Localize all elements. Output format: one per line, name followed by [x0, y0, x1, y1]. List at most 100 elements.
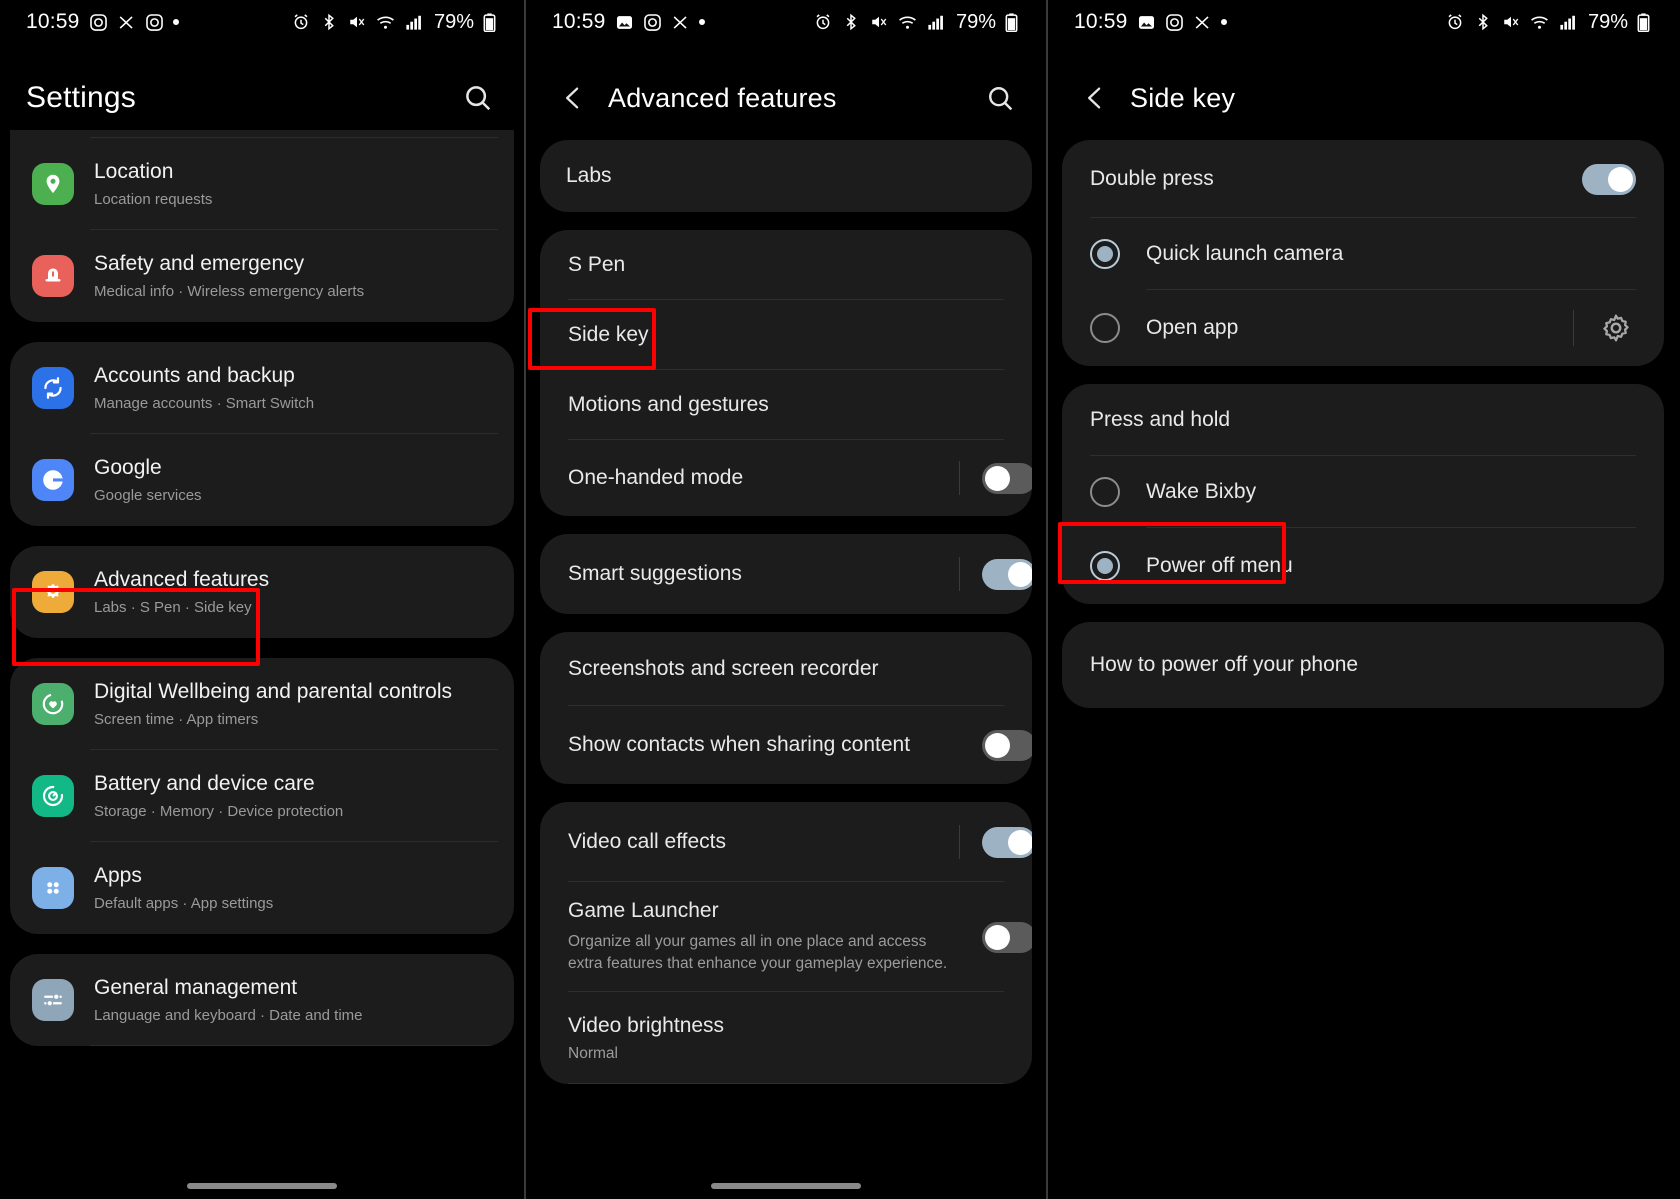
instagram-icon	[89, 13, 108, 32]
chevron-left-icon[interactable]	[1074, 77, 1116, 119]
row-label: Double press	[1090, 167, 1214, 190]
toggle-game-launcher[interactable]	[982, 921, 1032, 953]
home-indicator	[711, 1183, 861, 1189]
row-label: Smart suggestions	[568, 562, 742, 585]
row-s-pen[interactable]: S Pen	[540, 230, 1032, 300]
panel-settings: 10:59 79% Settings Location Location req…	[0, 0, 524, 1199]
list-item[interactable]: Location Location requests	[10, 138, 514, 230]
settings-group-1: Accounts and backup Manage accounts · Sm…	[10, 342, 514, 526]
radio-power-off-menu[interactable]	[1090, 551, 1120, 581]
radio-open-app[interactable]	[1090, 313, 1120, 343]
row-motions-and-gestures[interactable]: Motions and gestures	[540, 370, 1032, 440]
row-label: Game Launcher	[568, 898, 719, 922]
advanced-features-icon	[32, 571, 74, 613]
settings-group-0: Biometrics · Permission manager Location…	[10, 130, 514, 322]
list-item-title: Location	[94, 160, 174, 183]
advanced-features-scroll-area[interactable]: Labs S Pen Side key Motions and gestures	[526, 140, 1046, 1199]
list-item-title: Digital Wellbeing and parental controls	[94, 680, 452, 703]
status-bar-2: 10:59 79%	[526, 0, 1046, 44]
toggle-show-contacts[interactable]	[982, 729, 1032, 761]
list-item[interactable]: Battery and device care Storage · Memory…	[10, 750, 514, 842]
toggle-double-press[interactable]	[1582, 163, 1636, 195]
radio-quick-launch-camera[interactable]	[1090, 239, 1120, 269]
row-value: Normal	[568, 1044, 618, 1062]
row-how-to-power-off[interactable]: How to power off your phone	[1062, 622, 1664, 708]
list-item[interactable]: Accounts and backup Manage accounts · Sm…	[10, 342, 514, 434]
chevron-left-icon[interactable]	[552, 77, 594, 119]
row-side-key[interactable]: Side key	[540, 300, 1032, 370]
row-label: How to power off your phone	[1090, 653, 1359, 676]
bluetooth-icon	[320, 13, 339, 32]
settings-scroll-area[interactable]: Biometrics · Permission manager Location…	[0, 130, 524, 1199]
mute-icon	[1502, 13, 1521, 32]
row-description: Organize all your games all in one place…	[568, 932, 948, 972]
row-quick-launch-camera[interactable]: Quick launch camera	[1062, 218, 1664, 290]
battery-icon	[1637, 12, 1656, 32]
page-title: Advanced features	[608, 82, 837, 113]
signal-icon	[926, 13, 945, 32]
row-double-press[interactable]: Double press	[1062, 140, 1664, 218]
row-label: Screenshots and screen recorder	[568, 657, 879, 680]
mute-icon	[870, 13, 889, 32]
toggle-smart-suggestions[interactable]	[982, 558, 1032, 590]
home-indicator	[187, 1183, 337, 1189]
list-item-sub: Storage · Memory · Device protection	[94, 803, 344, 820]
dot-indicator-icon	[1220, 19, 1227, 25]
list-item-title: Accounts and backup	[94, 364, 295, 387]
toggle-video-call-effects[interactable]	[982, 826, 1032, 858]
dot-indicator-icon	[172, 19, 179, 25]
google-icon	[32, 459, 74, 501]
row-show-contacts-when-sharing[interactable]: Show contacts when sharing content	[540, 706, 1032, 784]
row-video-call-effects[interactable]: Video call effects	[540, 802, 1032, 882]
bluetooth-icon	[1474, 13, 1493, 32]
status-bar-3: 10:59 79%	[1048, 0, 1678, 44]
list-item-title: Apps	[94, 864, 142, 887]
list-item-sub: Medical info · Wireless emergency alerts	[94, 283, 365, 300]
af-group-4: Video call effects Game Launcher Organiz…	[540, 802, 1032, 1084]
list-item-title: Google	[94, 456, 162, 479]
list-item[interactable]: Google Google services	[10, 434, 514, 526]
list-item[interactable]: General management Language and keyboard…	[10, 954, 514, 1046]
row-smart-suggestions[interactable]: Smart suggestions	[540, 534, 1032, 614]
list-item[interactable]: Digital Wellbeing and parental controls …	[10, 658, 514, 750]
list-item[interactable]: Biometrics · Permission manager	[10, 130, 514, 138]
row-wake-bixby[interactable]: Wake Bixby	[1062, 456, 1664, 528]
section-header-press-and-hold: Press and hold	[1062, 384, 1664, 456]
row-one-handed-mode[interactable]: One-handed mode	[540, 440, 1032, 516]
gear-icon[interactable]	[1596, 308, 1636, 348]
settings-group-3: Digital Wellbeing and parental controls …	[10, 658, 514, 934]
dot-indicator-icon	[698, 19, 705, 25]
row-game-launcher[interactable]: Game Launcher Organize all your games al…	[540, 882, 1032, 992]
status-time: 10:59	[552, 10, 606, 33]
toggle-one-handed-mode[interactable]	[982, 462, 1032, 494]
row-power-off-menu[interactable]: Power off menu	[1062, 528, 1664, 604]
signal-icon	[1558, 13, 1577, 32]
photos-icon	[615, 13, 634, 32]
row-label: Power off menu	[1146, 554, 1293, 577]
list-item[interactable]: Safety and emergency Medical info · Wire…	[10, 230, 514, 322]
wellbeing-icon	[32, 683, 74, 725]
row-screenshots-and-screen-recorder[interactable]: Screenshots and screen recorder	[540, 632, 1032, 706]
side-key-title-bar: Side key	[1048, 44, 1678, 152]
battery-icon	[483, 12, 502, 32]
search-icon[interactable]	[458, 78, 498, 118]
x-icon	[1193, 13, 1212, 32]
three-panel-screenshot-strip: 10:59 79% Settings Location Location req…	[0, 0, 1680, 1199]
row-label: Side key	[568, 323, 649, 346]
row-label: Motions and gestures	[568, 393, 769, 416]
page-title: Settings	[26, 81, 136, 114]
wifi-icon	[898, 13, 917, 32]
sidebar-item-advanced-features[interactable]: Advanced features Labs · S Pen · Side ke…	[10, 546, 514, 638]
radio-wake-bixby[interactable]	[1090, 477, 1120, 507]
row-label: S Pen	[568, 253, 626, 276]
row-open-app[interactable]: Open app	[1062, 290, 1664, 366]
x-icon	[117, 13, 136, 32]
af-group-1: S Pen Side key Motions and gestures One-…	[540, 230, 1032, 516]
row-video-brightness[interactable]: Video brightness Normal	[540, 992, 1032, 1084]
sk-group-press-and-hold: Press and hold Wake Bixby Power off menu	[1062, 384, 1664, 604]
search-icon[interactable]	[980, 78, 1020, 118]
row-label: Quick launch camera	[1146, 242, 1344, 265]
side-key-scroll-area[interactable]: Double press Quick launch camera Open ap…	[1048, 140, 1678, 1199]
list-item[interactable]: Apps Default apps · App settings	[10, 842, 514, 934]
row-labs[interactable]: Labs	[540, 140, 1032, 212]
